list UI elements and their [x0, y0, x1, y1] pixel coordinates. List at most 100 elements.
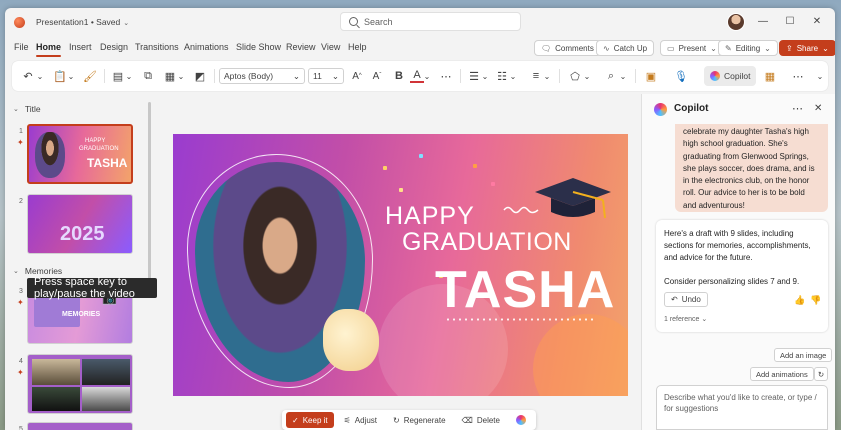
references-toggle[interactable]: 1 reference ⌄ — [664, 314, 707, 326]
current-slide[interactable]: HAPPY GRADUATION TASHA — [173, 134, 628, 396]
add-image-suggestion[interactable]: Add an image — [774, 348, 833, 362]
refresh-suggestions-icon[interactable]: ↻ — [814, 367, 828, 381]
increase-font-icon[interactable]: A ^ — [349, 68, 365, 84]
regenerate-button[interactable]: ↻ Regenerate — [387, 412, 452, 428]
keep-it-label: Keep it — [302, 415, 328, 425]
add-animations-label: Add animations — [756, 369, 808, 379]
thumbnail-photo — [32, 387, 80, 411]
adjust-button[interactable]: ⚟ Adjust — [338, 412, 383, 428]
slide-number: 1 — [19, 128, 23, 135]
bold-icon[interactable]: B — [392, 68, 406, 84]
paste-icon[interactable]: 📋 — [52, 68, 68, 84]
designer-icon[interactable]: ◩ — [192, 68, 208, 84]
comments-button[interactable]: 🗨 Comments — [534, 40, 601, 56]
dictate-icon[interactable]: 🎙 — [673, 68, 689, 84]
chevron-down-icon[interactable]: ⌄ — [36, 68, 44, 84]
find-icon[interactable]: ⌕ — [603, 68, 619, 84]
thumbs-up-icon[interactable]: 👍 — [794, 294, 805, 306]
tab-animations[interactable]: Animations — [184, 42, 229, 52]
chevron-down-icon[interactable]: ⌄ — [177, 68, 185, 84]
reuse-slides-icon[interactable]: ⧉ — [140, 68, 156, 84]
chevron-down-icon: ⌄ — [710, 43, 717, 53]
more-icon[interactable]: ⋯ — [790, 68, 806, 84]
font-color-icon[interactable]: A — [410, 68, 424, 83]
format-painter-icon[interactable]: 🖌 — [82, 68, 98, 84]
decrease-font-icon[interactable]: Aˇ — [369, 68, 385, 84]
chevron-down-icon[interactable]: ⌄ — [125, 68, 133, 84]
chevron-down-icon[interactable]: ⌄ — [509, 68, 517, 84]
section-header-memories[interactable]: ⌄ Memories — [13, 266, 62, 276]
picture-icon[interactable]: ▣ — [643, 68, 659, 84]
slide-name-title[interactable]: TASHA — [435, 260, 615, 320]
present-button[interactable]: ▭ Present ⌄ — [660, 40, 724, 56]
chevron-down-icon: ⌄ — [822, 43, 829, 53]
numbering-icon[interactable]: ☷ — [494, 68, 510, 84]
slide-thumbnail-4[interactable] — [27, 354, 133, 414]
title-bar: Presentation1 • Saved ⌄ Search — ☐ ✕ — [5, 8, 835, 36]
chevron-down-icon[interactable]: ⌄ — [543, 68, 551, 84]
slide-heading-happy[interactable]: HAPPY — [385, 202, 475, 231]
thumbnail-photo — [82, 359, 130, 385]
tab-home[interactable]: Home — [36, 42, 62, 57]
align-icon[interactable]: ≡ — [528, 68, 544, 84]
tab-transitions[interactable]: Transitions — [135, 42, 179, 52]
share-label: Share — [796, 43, 819, 53]
close-window-icon[interactable]: ✕ — [810, 14, 824, 28]
more-icon[interactable]: ⋯ — [438, 68, 454, 84]
section-header-title[interactable]: ⌄ Title — [13, 104, 41, 114]
thumbnail-name: TASHA — [87, 156, 128, 170]
slide-thumbnail-1[interactable]: HAPPY GRADUATION TASHA — [27, 124, 133, 184]
thumbnails-scrollbar[interactable] — [148, 102, 151, 282]
font-name-value: Aptos (Body) — [224, 71, 274, 81]
tab-review[interactable]: Review — [286, 42, 316, 52]
bullets-icon[interactable]: ☰ — [466, 68, 482, 84]
chevron-down-icon[interactable]: ⌄ — [481, 68, 489, 84]
document-title[interactable]: Presentation1 • Saved ⌄ — [36, 17, 129, 27]
copilot-ribbon-button[interactable]: Copilot — [704, 66, 757, 86]
undo-button[interactable]: ↶ Undo — [664, 292, 708, 307]
designer-grid-icon[interactable]: ▦ — [762, 68, 778, 84]
avatar[interactable] — [727, 13, 745, 31]
keep-it-button[interactable]: ✓ Keep it — [286, 412, 334, 428]
chevron-down-icon[interactable]: ⌄ — [67, 68, 75, 84]
minimize-icon[interactable]: — — [756, 14, 770, 28]
close-icon[interactable]: ✕ — [814, 103, 822, 114]
maximize-icon[interactable]: ☐ — [783, 14, 797, 28]
tab-view[interactable]: View — [321, 42, 340, 52]
chevron-down-icon[interactable]: ⌄ — [583, 68, 591, 84]
tab-insert[interactable]: Insert — [69, 42, 92, 52]
shapes-icon[interactable]: ⬠ — [567, 68, 583, 84]
composer-placeholder: Describe what you'd like to create, or t… — [664, 393, 817, 413]
catch-up-button[interactable]: ∿ Catch Up — [596, 40, 655, 56]
user-message-text: celebrate my daughter Tasha's high high … — [683, 127, 815, 210]
undo-icon[interactable]: ↶ — [18, 68, 38, 84]
slide-heading-graduation[interactable]: GRADUATION — [402, 228, 572, 257]
slide-thumbnail-2[interactable]: 2025 — [27, 194, 133, 254]
app-window: Presentation1 • Saved ⌄ Search — ☐ ✕ File… — [5, 8, 835, 430]
tab-file[interactable]: File — [14, 42, 29, 52]
chevron-down-icon[interactable]: ⌄ — [619, 68, 627, 84]
copilot-sparkle-icon: ✦ — [17, 138, 24, 147]
font-size-select[interactable]: 11 ⌄ — [308, 68, 344, 84]
more-icon[interactable]: ⋯ — [792, 102, 803, 115]
chevron-down-icon[interactable]: ⌄ — [423, 68, 431, 84]
expand-ribbon-icon[interactable]: ⌄ — [815, 68, 825, 84]
slide-thumbnail-5[interactable] — [27, 422, 133, 430]
thumbs-down-icon[interactable]: 👎 — [810, 294, 821, 306]
share-button[interactable]: ⇪ Share ⌄ — [779, 40, 835, 56]
tab-help[interactable]: Help — [348, 42, 367, 52]
thumbnail-photo — [32, 359, 80, 385]
thumbnail-year: 2025 — [60, 223, 105, 245]
tab-design[interactable]: Design — [100, 42, 128, 52]
search-box[interactable]: Search — [340, 12, 521, 31]
delete-button[interactable]: ⌫ Delete — [456, 412, 506, 428]
add-animations-suggestion[interactable]: Add animations — [750, 367, 814, 381]
new-slide-icon[interactable]: ▤ — [110, 68, 126, 84]
layout-icon[interactable]: ▦ — [162, 68, 178, 84]
thumbnail-happy: HAPPY — [85, 138, 106, 144]
copilot-action-button[interactable] — [510, 412, 532, 428]
editing-mode-button[interactable]: ✎ Editing ⌄ — [718, 40, 778, 56]
font-name-select[interactable]: Aptos (Body) ⌄ — [219, 68, 305, 84]
tab-slide-show[interactable]: Slide Show — [236, 42, 281, 52]
copilot-prompt-input[interactable]: Describe what you'd like to create, or t… — [656, 385, 828, 430]
